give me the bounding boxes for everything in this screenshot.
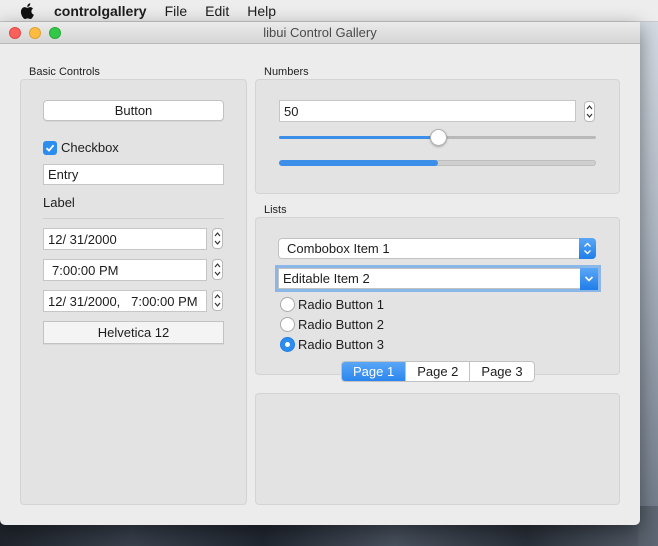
radio-button-1[interactable] xyxy=(280,297,295,312)
basic-controls-group-label: Basic Controls xyxy=(29,66,100,78)
tab-page-2[interactable]: Page 2 xyxy=(405,362,469,381)
stepper-arrows-icon xyxy=(214,263,221,276)
apple-icon[interactable] xyxy=(20,2,34,19)
checkmark-icon xyxy=(45,144,55,152)
combobox-selected: Combobox Item 1 xyxy=(287,241,390,256)
separator xyxy=(43,218,224,219)
zoom-window-button[interactable] xyxy=(49,27,61,39)
numbers-group-label: Numbers xyxy=(264,66,309,78)
tab-bar: Page 1 Page 2 Page 3 xyxy=(341,361,535,382)
radio-button-3-label[interactable]: Radio Button 3 xyxy=(298,337,384,352)
date-picker[interactable]: 12/ 31/2000 xyxy=(43,228,207,250)
menu-file[interactable]: File xyxy=(165,3,188,19)
tab-page-1[interactable]: Page 1 xyxy=(342,362,406,381)
tab-content-panel xyxy=(255,393,620,505)
time-stepper[interactable] xyxy=(212,259,223,280)
window-title: libui Control Gallery xyxy=(263,25,377,40)
spinbox-input[interactable]: 50 xyxy=(279,100,576,122)
slider-knob[interactable] xyxy=(430,129,447,146)
stepper-arrows-icon xyxy=(214,294,221,307)
radio-button-1-label[interactable]: Radio Button 1 xyxy=(298,297,384,312)
combobox[interactable]: Combobox Item 1 xyxy=(278,238,596,259)
date-stepper[interactable] xyxy=(212,228,223,249)
entry-field[interactable]: Entry xyxy=(43,164,224,185)
datetime-picker[interactable]: 12/ 31/2000, 7:00:00 PM xyxy=(43,290,207,312)
stepper-arrows-icon xyxy=(586,105,593,118)
desktop-background xyxy=(638,22,658,546)
stepper-arrows-icon xyxy=(214,232,221,245)
editable-combobox-value[interactable]: Editable Item 2 xyxy=(283,271,370,286)
menu-help[interactable]: Help xyxy=(247,3,276,19)
checkbox-label[interactable]: Checkbox xyxy=(61,140,119,155)
lists-group-label: Lists xyxy=(264,204,287,216)
progress-fill xyxy=(279,160,438,166)
editable-combobox-arrow[interactable] xyxy=(580,268,598,290)
updown-chevron-icon xyxy=(584,242,591,255)
combobox-arrow[interactable] xyxy=(579,238,596,259)
button[interactable]: Button xyxy=(43,100,224,121)
time-picker[interactable]: 7:00:00 PM xyxy=(43,259,207,281)
menu-bar: controlgallery File Edit Help xyxy=(0,0,658,22)
tab-page-3[interactable]: Page 3 xyxy=(469,362,533,381)
datetime-stepper[interactable] xyxy=(212,290,223,311)
close-window-button[interactable] xyxy=(9,27,21,39)
static-label: Label xyxy=(43,195,75,210)
menu-app-name[interactable]: controlgallery xyxy=(54,3,147,19)
menu-edit[interactable]: Edit xyxy=(205,3,229,19)
radio-button-3[interactable] xyxy=(280,337,295,352)
editable-combobox[interactable]: Editable Item 2 xyxy=(278,268,598,290)
radio-button-2-label[interactable]: Radio Button 2 xyxy=(298,317,384,332)
spinbox-stepper[interactable] xyxy=(584,101,595,122)
minimize-window-button[interactable] xyxy=(29,27,41,39)
radio-button-2[interactable] xyxy=(280,317,295,332)
checkbox[interactable] xyxy=(43,141,57,155)
slider-fill xyxy=(279,136,438,139)
chevron-down-icon xyxy=(584,276,594,282)
font-button[interactable]: Helvetica 12 xyxy=(43,321,224,344)
title-bar[interactable]: libui Control Gallery xyxy=(0,22,640,44)
